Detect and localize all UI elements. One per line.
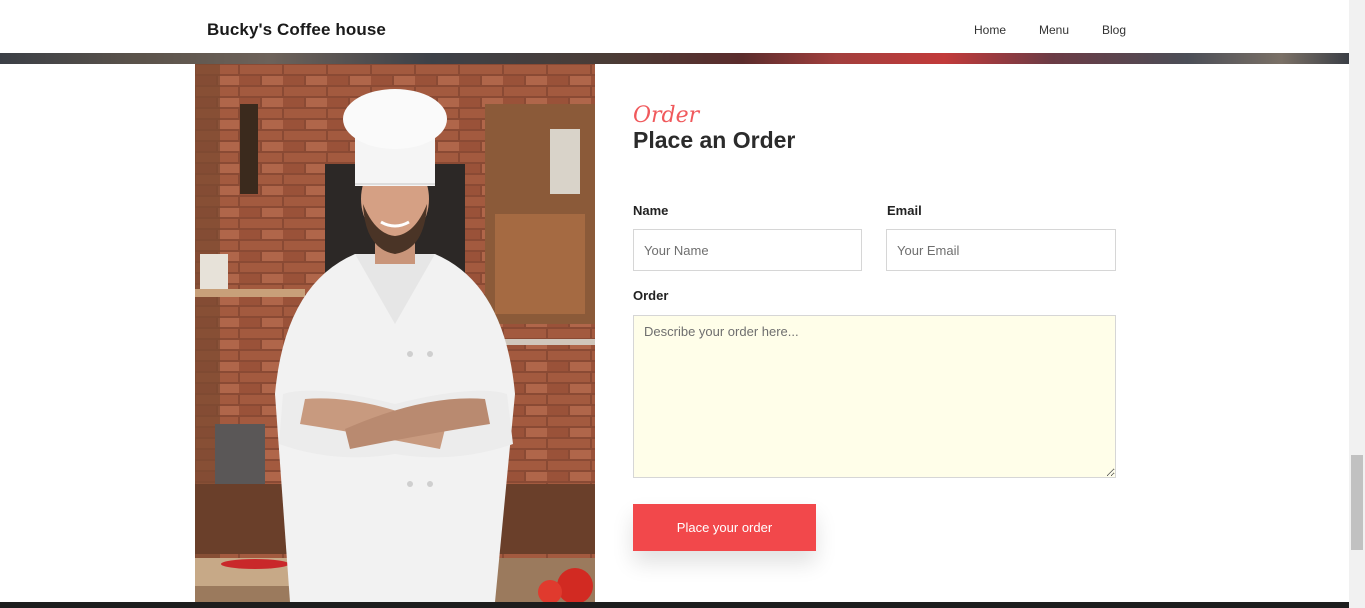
chef-photo (195, 64, 595, 602)
nav-menu-link[interactable]: Menu (1039, 23, 1069, 37)
scrollbar-thumb[interactable] (1351, 455, 1363, 550)
place-order-button[interactable]: Place your order (633, 504, 816, 551)
order-label: Order (633, 288, 669, 303)
nav-blog-link[interactable]: Blog (1102, 23, 1126, 37)
chef-photo-illustration (195, 64, 595, 602)
nav-home-link[interactable]: Home (974, 23, 1006, 37)
order-textarea[interactable] (633, 315, 1116, 478)
email-label: Email (887, 203, 922, 218)
brand-logo[interactable]: Bucky's Coffee house (207, 20, 386, 40)
section-title: Place an Order (633, 127, 796, 153)
email-input[interactable] (886, 229, 1116, 271)
site-header: Bucky's Coffee house Home Menu Blog (0, 8, 1349, 53)
name-label: Name (633, 203, 669, 218)
footer-edge (0, 602, 1349, 608)
hero-banner-edge (0, 53, 1349, 64)
name-input[interactable] (633, 229, 862, 271)
section-eyebrow: Order (633, 103, 700, 128)
page-scrollbar[interactable] (1349, 0, 1365, 608)
